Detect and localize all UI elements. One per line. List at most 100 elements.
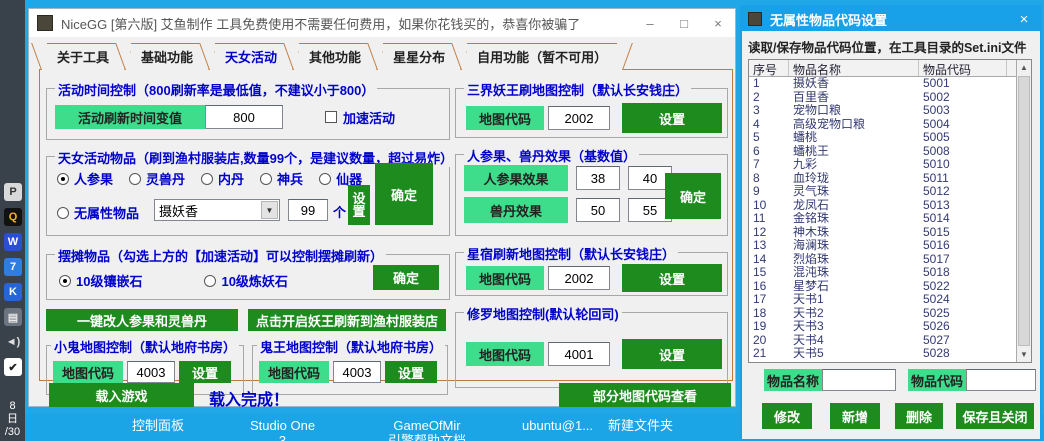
- load-game-button[interactable]: 载入游戏: [49, 383, 194, 407]
- printer-icon[interactable]: P: [4, 183, 22, 201]
- item-name-input[interactable]: [822, 369, 896, 391]
- table-row[interactable]: 1摄妖香5001: [749, 77, 1016, 91]
- radio-10级镶嵌石[interactable]: 10级镶嵌石: [59, 271, 142, 290]
- taskbar-item-新建文件夹[interactable]: 新建文件夹: [608, 418, 673, 433]
- effect-value-1[interactable]: [576, 166, 620, 190]
- scroll-down-icon[interactable]: ▼: [1017, 347, 1031, 362]
- tab-自用功能（暂不可用）[interactable]: 自用功能（暂不可用）: [461, 43, 623, 70]
- effect-value-1[interactable]: [576, 198, 620, 222]
- tab-天女活动[interactable]: 天女活动: [209, 43, 293, 70]
- table-row[interactable]: 14烈焰珠5017: [749, 253, 1016, 267]
- panel-button-新增[interactable]: 新增: [830, 403, 880, 429]
- table-row[interactable]: 3宠物口粮5003: [749, 104, 1016, 118]
- item-combobox[interactable]: 摄妖香 ▼: [154, 199, 280, 221]
- table-row[interactable]: 15混沌珠5018: [749, 266, 1016, 280]
- taskbar-item-GameOfMir[interactable]: GameOfMir引擎帮助文档: [388, 418, 466, 441]
- qq-penguin-icon[interactable]: Q: [4, 208, 22, 226]
- winamp-icon[interactable]: W: [4, 233, 22, 251]
- table-row[interactable]: 8血玲珑5011: [749, 172, 1016, 186]
- checkbox-box[interactable]: [325, 111, 337, 123]
- table-row[interactable]: 10龙凤石5013: [749, 199, 1016, 213]
- radio-circle[interactable]: [129, 173, 141, 185]
- table-row[interactable]: 17天书15024: [749, 293, 1016, 307]
- column-header-物品名称[interactable]: 物品名称: [789, 60, 919, 76]
- scroll-thumb[interactable]: [1018, 76, 1030, 346]
- display-icon[interactable]: ▤: [4, 308, 22, 326]
- tab-关于工具[interactable]: 关于工具: [41, 43, 125, 70]
- table-row[interactable]: 12神木珠5015: [749, 226, 1016, 240]
- table-row[interactable]: 20天书45027: [749, 334, 1016, 348]
- radio-人参果[interactable]: 人参果: [57, 169, 113, 188]
- table-scrollbar[interactable]: ▲ ▼: [1016, 60, 1031, 362]
- combobox-arrow-icon[interactable]: ▼: [261, 201, 278, 219]
- tab-基础功能[interactable]: 基础功能: [125, 43, 209, 70]
- table-row[interactable]: 13海澜珠5016: [749, 239, 1016, 253]
- check-icon[interactable]: ✔: [4, 358, 22, 376]
- asura-map-code-input[interactable]: [548, 342, 610, 366]
- imp-map-set-button[interactable]: 设置: [179, 361, 231, 383]
- radio-circle[interactable]: [319, 173, 331, 185]
- table-row[interactable]: 5蟠桃5005: [749, 131, 1016, 145]
- table-row[interactable]: 9灵气珠5012: [749, 185, 1016, 199]
- tab-label: 其他功能: [309, 47, 361, 66]
- confirm-stall-button[interactable]: 确定: [373, 265, 439, 290]
- radio-label: 10级炼妖石: [221, 271, 287, 290]
- ghost-king-map-code-input[interactable]: [333, 361, 381, 383]
- radio-灵兽丹[interactable]: 灵兽丹: [129, 169, 185, 188]
- open-demon-king-button[interactable]: 点击开启妖王刷新到渔村服装店: [248, 309, 446, 331]
- tab-星星分布[interactable]: 星星分布: [377, 43, 461, 70]
- ghost-king-map-set-button[interactable]: 设置: [385, 361, 437, 383]
- close-button[interactable]: ×: [701, 9, 735, 37]
- radio-circle[interactable]: [260, 173, 272, 185]
- table-row[interactable]: 2百里香5002: [749, 91, 1016, 105]
- table-row[interactable]: 11金铭珠5014: [749, 212, 1016, 226]
- asura-map-set-button[interactable]: 设置: [622, 339, 722, 369]
- demon-king-map-set-button[interactable]: 设置: [622, 103, 722, 133]
- panel-close-button[interactable]: ×: [1014, 7, 1034, 31]
- radio-神兵[interactable]: 神兵: [260, 169, 303, 188]
- panel-button-删除[interactable]: 删除: [895, 403, 943, 429]
- blue-badge-icon[interactable]: 7: [4, 258, 22, 276]
- radio-circle[interactable]: [201, 173, 213, 185]
- radio-10级炼妖石[interactable]: 10级炼妖石: [204, 271, 287, 290]
- table-row[interactable]: 18天书25025: [749, 307, 1016, 321]
- panel-button-修改[interactable]: 修改: [762, 403, 812, 429]
- table-row[interactable]: 19天书35026: [749, 320, 1016, 334]
- imp-map-code-input[interactable]: [127, 361, 175, 383]
- taskbar-item-控制面板[interactable]: 控制面板: [132, 418, 184, 433]
- radio-内丹[interactable]: 内丹: [201, 169, 244, 188]
- radio-circle[interactable]: [59, 275, 71, 287]
- table-row[interactable]: 6蟠桃王5008: [749, 145, 1016, 159]
- item-code-input[interactable]: [966, 369, 1036, 391]
- confirm-effects-button[interactable]: 确定: [665, 173, 721, 219]
- column-header-序号[interactable]: 序号: [749, 60, 789, 76]
- refresh-time-input[interactable]: [205, 105, 283, 129]
- confirm-activity-items-button[interactable]: 确定: [375, 163, 433, 225]
- panel-button-保存且关闭[interactable]: 保存且关闭: [956, 403, 1034, 429]
- radio-circle[interactable]: [57, 207, 69, 219]
- accelerate-checkbox[interactable]: 加速活动: [325, 108, 395, 127]
- table-row[interactable]: 16星梦石5022: [749, 280, 1016, 294]
- tab-其他功能[interactable]: 其他功能: [293, 43, 377, 70]
- set-quantity-button[interactable]: 设置: [348, 185, 370, 225]
- minimize-button[interactable]: –: [633, 9, 667, 37]
- table-row[interactable]: 7九彩5010: [749, 158, 1016, 172]
- radio-circle[interactable]: [57, 173, 69, 185]
- table-row[interactable]: 4高级宠物口粮5004: [749, 118, 1016, 132]
- map-codes-view-button[interactable]: 部分地图代码查看: [559, 383, 731, 407]
- radio-no-attribute-item[interactable]: 无属性物品: [57, 203, 139, 222]
- maximize-button[interactable]: □: [667, 9, 701, 37]
- quantity-input[interactable]: [288, 199, 328, 221]
- speaker-icon[interactable]: ◄): [4, 333, 22, 351]
- taskbar-item-ubuntu@1...[interactable]: ubuntu@1...: [522, 418, 593, 433]
- taskbar-item-Studio One[interactable]: Studio One3: [250, 418, 315, 441]
- star-map-code-input[interactable]: [548, 266, 610, 290]
- k-badge-icon[interactable]: K: [4, 283, 22, 301]
- demon-king-map-code-input[interactable]: [548, 106, 610, 130]
- column-header-物品代码[interactable]: 物品代码: [919, 60, 1007, 76]
- radio-circle[interactable]: [204, 275, 216, 287]
- scroll-up-icon[interactable]: ▲: [1017, 60, 1031, 75]
- table-row[interactable]: 21天书55028: [749, 347, 1016, 361]
- star-map-set-button[interactable]: 设置: [622, 264, 722, 292]
- change-ginseng-button[interactable]: 一键改人参果和灵兽丹: [46, 309, 238, 331]
